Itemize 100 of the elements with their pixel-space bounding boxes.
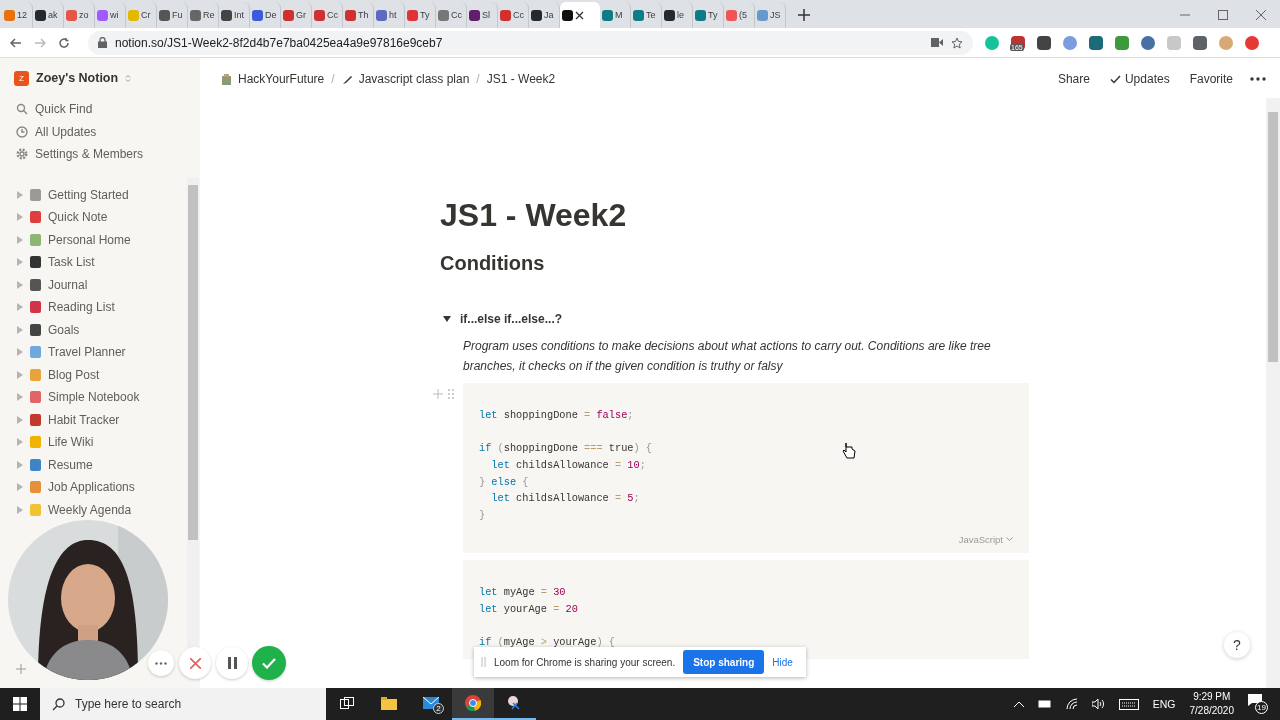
workspace-switcher[interactable]: Z Zoey's Notion <box>0 58 200 98</box>
hide-link[interactable]: Hide <box>772 656 793 668</box>
breadcrumb[interactable]: Javascript class plan <box>338 70 473 88</box>
task-view-icon <box>340 697 354 709</box>
chevron-up-icon[interactable] <box>1013 701 1024 707</box>
search-icon <box>16 103 28 116</box>
building-icon <box>221 73 232 85</box>
mail-icon <box>423 697 439 709</box>
sidebar-page[interactable]: Travel Planner <box>0 341 186 364</box>
sidebar-page[interactable]: Quick Note <box>0 206 186 229</box>
code-line: let childsAllowance = 10; <box>490 458 646 474</box>
breadcrumb-separator: / <box>476 72 480 86</box>
wifi-icon[interactable] <box>1065 698 1078 710</box>
sidebar-page[interactable]: Getting Started <box>0 183 186 206</box>
language-indicator[interactable]: ENG <box>1152 698 1176 710</box>
sidebar-page[interactable]: Habit Tracker <box>0 408 186 431</box>
drag-handle-icon[interactable] <box>448 389 454 399</box>
breadcrumb[interactable]: JS1 - Week2 <box>483 70 559 88</box>
workspace-icon: Z <box>14 70 29 86</box>
page-title: JS1 - Week2 <box>440 196 628 235</box>
search-icon <box>52 697 65 711</box>
scrollbar[interactable] <box>187 178 199 648</box>
maximize-icon[interactable] <box>1218 10 1228 20</box>
toggle-icon[interactable] <box>16 190 24 199</box>
toggle-icon[interactable] <box>16 213 24 222</box>
battery-icon[interactable] <box>1037 700 1052 708</box>
paragraph: Program uses conditions to make decisions about what actions to carry out. Conditions are like tree branches, it checks on if the given condition is truthy or falsy <box>463 338 992 375</box>
browser-tab[interactable] <box>560 2 600 28</box>
toggle-icon[interactable] <box>16 280 24 289</box>
help-button[interactable]: ? <box>1224 632 1250 658</box>
pause-button[interactable] <box>216 647 248 679</box>
close-icon[interactable] <box>575 10 584 20</box>
sidebar-page[interactable]: Journal <box>0 273 186 296</box>
sidebar-page[interactable]: Reading List <box>0 296 186 319</box>
sidebar-nav-item[interactable]: Settings & Members <box>0 143 200 166</box>
toggle-icon[interactable] <box>16 258 24 267</box>
toggle-icon[interactable] <box>16 348 24 357</box>
toggle-icon[interactable] <box>16 438 24 447</box>
clock[interactable]: 9:29 PM 7/28/2020 <box>1189 690 1234 718</box>
code-line: let yourAge = 20 <box>479 601 578 617</box>
address-bar[interactable]: notion.so/JS1-Week2-8f2d4b7e7ba0425ea4a9e97816e9ceb7 <box>88 30 973 55</box>
toggle-icon[interactable] <box>16 415 24 424</box>
sidebar-page[interactable]: Task List <box>0 251 186 274</box>
extension-icon[interactable] <box>1037 35 1051 50</box>
reload-icon[interactable] <box>58 36 70 49</box>
toggle-icon[interactable] <box>16 460 24 469</box>
stop-sharing-button[interactable]: Stop sharing <box>683 650 765 674</box>
sidebar-nav-item[interactable]: All Updates <box>0 120 200 143</box>
windows-icon <box>13 697 27 711</box>
topbar-button[interactable]: Favorite <box>1186 70 1236 88</box>
toggle-icon[interactable] <box>16 325 24 334</box>
sidebar-page[interactable]: Personal Home <box>0 228 186 251</box>
star-icon[interactable] <box>951 36 963 49</box>
back-icon[interactable] <box>10 36 22 49</box>
sidebar-page[interactable]: Goals <box>0 318 186 341</box>
check-icon <box>262 657 276 669</box>
toggle-icon[interactable] <box>16 303 24 312</box>
sidebar-page[interactable]: Job Applications <box>0 476 186 499</box>
sidebar-page[interactable]: Resume <box>0 453 186 476</box>
sidebar-page[interactable]: Blog Post <box>0 363 186 386</box>
drag-handle-icon[interactable] <box>481 657 486 667</box>
volume-icon[interactable] <box>1091 698 1105 710</box>
code-line: if (shoppingDone === true) { <box>479 441 653 457</box>
chrome-button[interactable] <box>452 688 494 720</box>
keyboard-icon[interactable] <box>1118 698 1139 710</box>
taskbar-search-field[interactable]: Type here to search <box>40 688 326 720</box>
plus-icon[interactable] <box>16 664 26 674</box>
settings-icon <box>16 148 28 161</box>
browser-icon <box>465 695 481 711</box>
pen-icon <box>341 73 353 85</box>
breadcrumb[interactable]: HackYourFuture <box>218 70 328 88</box>
toggle-icon[interactable] <box>16 505 24 514</box>
forward-icon[interactable] <box>34 36 46 49</box>
mail-button[interactable]: 2 <box>410 688 452 720</box>
toggle-block[interactable]: if...else if...else...? <box>440 306 1030 332</box>
sidebar-page[interactable]: Weekly Agenda <box>0 498 186 521</box>
cursor-icon <box>842 442 856 459</box>
toggle-icon[interactable] <box>16 393 24 402</box>
topbar-button[interactable]: Updates <box>1106 70 1173 88</box>
sidebar-page[interactable]: Simple Notebook <box>0 386 186 409</box>
code-line: let childsAllowance = 5; <box>490 491 640 507</box>
more-icon[interactable] <box>1250 77 1266 81</box>
new-tab-icon[interactable] <box>798 9 810 21</box>
toggle-icon[interactable] <box>16 483 24 492</box>
scrollbar[interactable] <box>1266 98 1280 688</box>
heading: Conditions <box>440 251 546 276</box>
chevron-icon <box>125 73 132 83</box>
toggle-icon[interactable] <box>443 315 451 323</box>
sidebar-nav-item[interactable]: Quick Find <box>0 98 200 121</box>
extension-icon[interactable] <box>1089 35 1103 50</box>
extension-icon[interactable] <box>1141 35 1155 50</box>
topbar-button[interactable]: Share <box>1054 70 1093 88</box>
notifications-button[interactable]: 19 <box>1248 694 1268 714</box>
clock-icon <box>16 125 28 138</box>
camera-icon[interactable] <box>931 38 943 47</box>
toggle-icon[interactable] <box>16 235 24 244</box>
toggle-icon[interactable] <box>16 370 24 379</box>
sidebar-page[interactable]: Life Wiki <box>0 431 186 454</box>
check-icon <box>1109 74 1121 84</box>
cancel-button[interactable] <box>179 647 211 679</box>
